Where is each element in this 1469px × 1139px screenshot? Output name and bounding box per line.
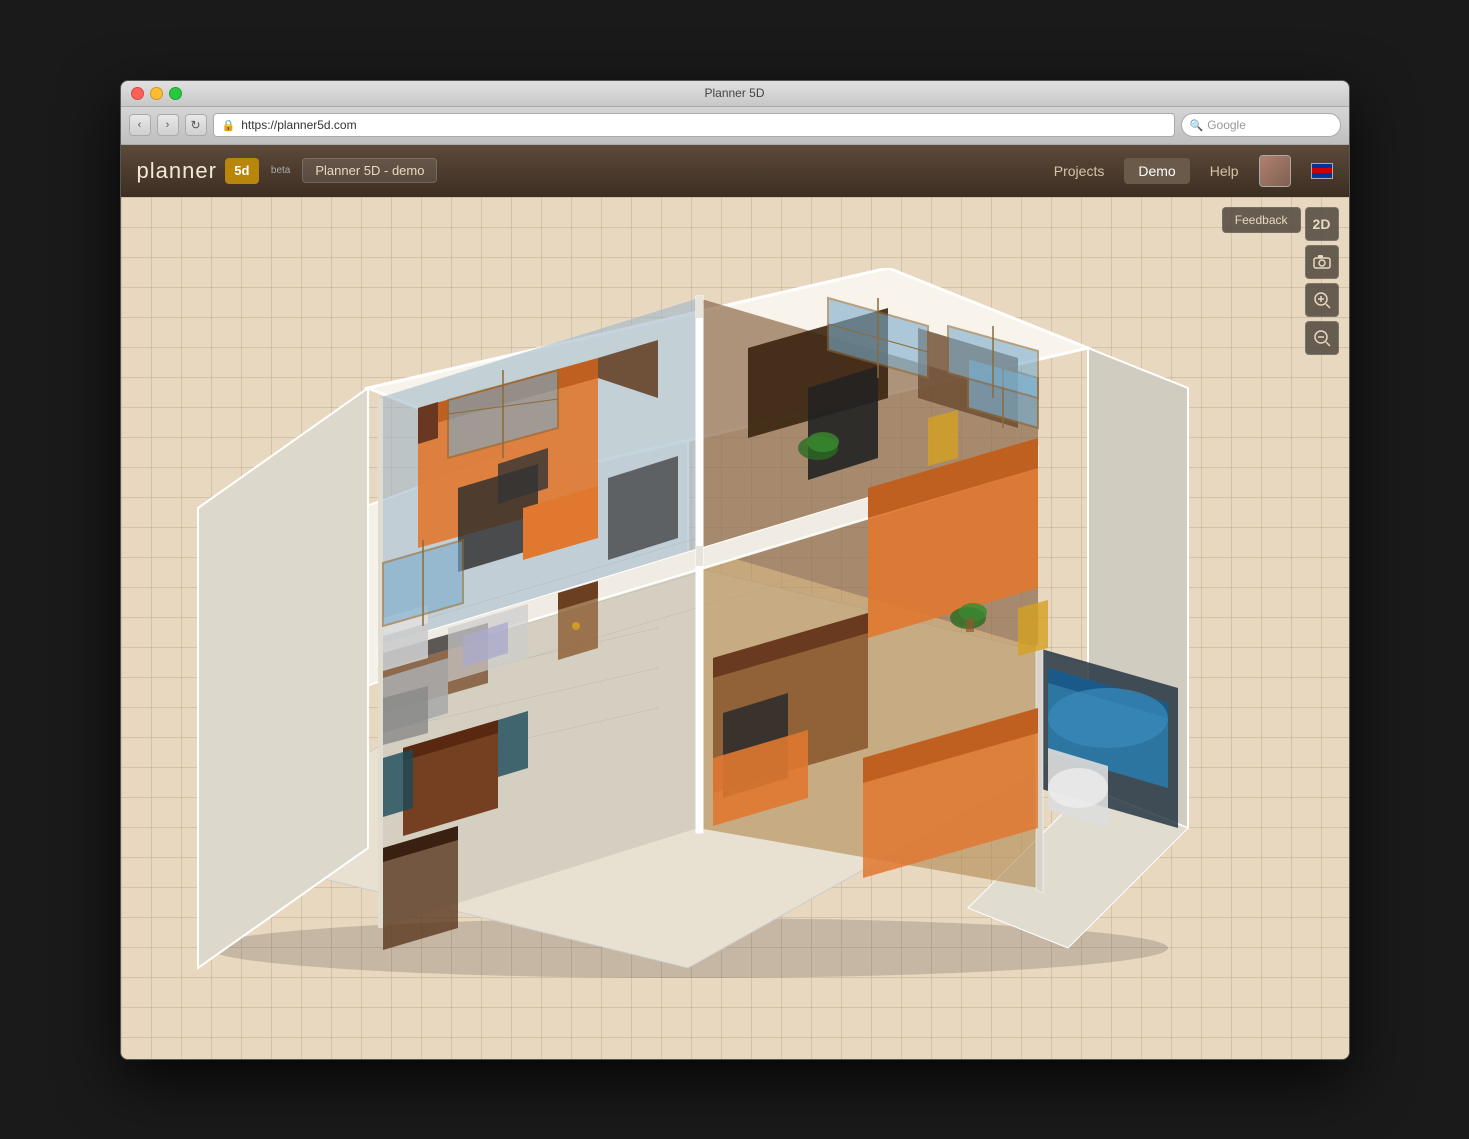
window-title: Planner 5D	[704, 86, 764, 100]
address-bar: ‹ › ↻ 🔒 https://planner5d.com 🔍 Google	[121, 107, 1349, 145]
feedback-button[interactable]: Feedback	[1222, 207, 1301, 233]
close-button[interactable]	[131, 87, 144, 100]
zoom-in-icon	[1313, 291, 1331, 309]
camera-icon	[1313, 254, 1331, 269]
nav-help[interactable]: Help	[1210, 163, 1239, 179]
view-2d-button[interactable]: 2D	[1305, 207, 1339, 241]
screenshot-button[interactable]	[1305, 245, 1339, 279]
right-toolbar: 2D	[1305, 207, 1339, 355]
title-bar-buttons	[131, 87, 182, 100]
logo-area: planner 5d beta	[137, 158, 291, 184]
main-content[interactable]: Feedback 2D	[121, 197, 1349, 1059]
project-name[interactable]: Planner 5D - demo	[302, 158, 437, 183]
user-avatar[interactable]	[1259, 155, 1291, 187]
nav-demo[interactable]: Demo	[1124, 158, 1189, 184]
feedback-label: Feedback	[1235, 213, 1288, 227]
forward-button[interactable]: ›	[157, 114, 179, 136]
app-header: planner 5d beta Planner 5D - demo Projec…	[121, 145, 1349, 197]
header-nav: Projects Demo Help	[1054, 155, 1333, 187]
url-text: https://planner5d.com	[241, 118, 356, 132]
language-flag[interactable]	[1311, 163, 1333, 179]
logo-5d: 5d	[225, 158, 259, 184]
url-bar[interactable]: 🔒 https://planner5d.com	[213, 113, 1175, 137]
zoom-out-button[interactable]	[1305, 321, 1339, 355]
search-placeholder: Google	[1207, 118, 1246, 132]
floorplan-container	[168, 268, 1218, 1018]
minimize-button[interactable]	[150, 87, 163, 100]
refresh-button[interactable]: ↻	[185, 114, 207, 136]
lock-icon: 🔒	[222, 119, 236, 132]
back-button[interactable]: ‹	[129, 114, 151, 136]
zoom-in-button[interactable]	[1305, 283, 1339, 317]
zoom-out-icon	[1313, 329, 1331, 347]
search-bar[interactable]: 🔍 Google	[1181, 113, 1341, 137]
search-icon: 🔍	[1190, 119, 1204, 132]
view2d-label: 2D	[1313, 216, 1331, 232]
title-bar: Planner 5D	[121, 81, 1349, 107]
logo-text: planner	[137, 158, 217, 184]
beta-badge: beta	[271, 165, 290, 176]
mac-window: Planner 5D ‹ › ↻ 🔒 https://planner5d.com…	[120, 80, 1350, 1060]
nav-projects[interactable]: Projects	[1054, 163, 1105, 179]
maximize-button[interactable]	[169, 87, 182, 100]
